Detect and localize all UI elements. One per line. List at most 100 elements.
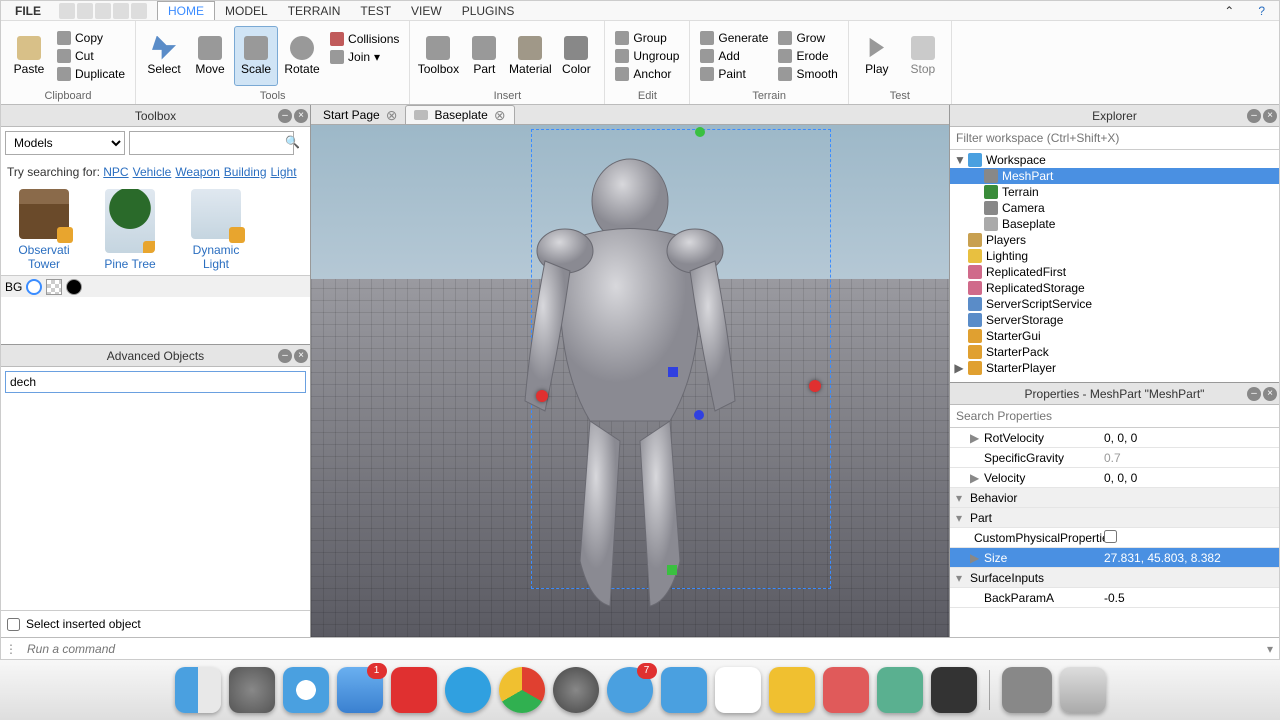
undock-icon[interactable]: – <box>1247 109 1261 123</box>
skype-icon[interactable] <box>445 667 491 713</box>
properties-search-input[interactable] <box>950 405 1279 428</box>
qat-undo-icon[interactable] <box>95 3 111 19</box>
toolbox-category-select[interactable]: Models <box>5 131 125 155</box>
scale-handle-z-pos[interactable] <box>694 410 704 420</box>
tree-item-starterplayer[interactable]: ▶StarterPlayer <box>950 360 1279 376</box>
app-icon[interactable] <box>823 667 869 713</box>
settings-icon[interactable] <box>553 667 599 713</box>
qat-new-icon[interactable] <box>59 3 75 19</box>
undock-icon[interactable]: – <box>278 349 292 363</box>
file-menu[interactable]: FILE <box>5 2 51 20</box>
close-icon[interactable]: ⊗ <box>494 110 506 120</box>
property-row[interactable]: SpecificGravity0.7 <box>950 448 1279 468</box>
help-icon[interactable]: ? <box>1248 2 1275 20</box>
bg-checker[interactable] <box>46 279 62 295</box>
roblox-icon[interactable] <box>715 667 761 713</box>
hint-npc[interactable]: NPC <box>103 165 128 179</box>
close-icon[interactable]: × <box>294 349 308 363</box>
scale-handle-x-pos[interactable] <box>809 380 821 392</box>
tab-start-page[interactable]: Start Page⊗ <box>315 106 405 124</box>
toolbox-item[interactable]: Observati Tower <box>9 189 79 271</box>
qat-more-icon[interactable] <box>131 3 147 19</box>
scale-handle-y-neg[interactable] <box>667 565 677 575</box>
color-button[interactable]: Color <box>554 26 598 86</box>
rotate-button[interactable]: Rotate <box>280 26 324 86</box>
tree-item-replicatedfirst[interactable]: ReplicatedFirst <box>950 264 1279 280</box>
undock-icon[interactable]: – <box>1247 387 1261 401</box>
tree-item-baseplate[interactable]: Baseplate <box>950 216 1279 232</box>
explorer-filter-input[interactable] <box>950 127 1279 150</box>
property-row[interactable]: CustomPhysicalProperties <box>950 528 1279 548</box>
bg-black[interactable] <box>66 279 82 295</box>
command-input[interactable] <box>21 639 1261 659</box>
tab-model[interactable]: MODEL <box>215 2 278 20</box>
app-icon[interactable] <box>931 667 977 713</box>
close-icon[interactable]: ⊗ <box>386 110 398 120</box>
grow-button[interactable]: Grow <box>774 30 841 46</box>
tab-plugins[interactable]: PLUGINS <box>452 2 525 20</box>
play-button[interactable]: Play <box>855 26 899 86</box>
tree-item-workspace[interactable]: ▼Workspace <box>950 152 1279 168</box>
close-icon[interactable]: × <box>294 109 308 123</box>
property-row[interactable]: ▾SurfaceInputs <box>950 568 1279 588</box>
tree-item-starterpack[interactable]: StarterPack <box>950 344 1279 360</box>
scale-handle-x-neg[interactable] <box>536 390 548 402</box>
add-terrain-button[interactable]: Add <box>696 48 772 64</box>
group-button[interactable]: Group <box>611 30 683 46</box>
material-button[interactable]: Material <box>508 26 552 86</box>
smooth-button[interactable]: Smooth <box>774 66 841 82</box>
roblox-studio-icon[interactable] <box>661 667 707 713</box>
property-row[interactable]: ▾Behavior <box>950 488 1279 508</box>
property-row[interactable]: ▾Part <box>950 508 1279 528</box>
scale-handle-z-neg[interactable] <box>668 367 678 377</box>
generate-button[interactable]: Generate <box>696 30 772 46</box>
collapse-ribbon-icon[interactable]: ⌃ <box>1214 2 1244 20</box>
hint-building[interactable]: Building <box>224 165 267 179</box>
move-button[interactable]: Move <box>188 26 232 86</box>
property-row[interactable]: ▶Velocity0, 0, 0 <box>950 468 1279 488</box>
tree-item-terrain[interactable]: Terrain <box>950 184 1279 200</box>
qat-redo-icon[interactable] <box>113 3 129 19</box>
close-icon[interactable]: × <box>1263 109 1277 123</box>
select-inserted-checkbox[interactable] <box>7 618 20 631</box>
tree-item-replicatedstorage[interactable]: ReplicatedStorage <box>950 280 1279 296</box>
toolbox-button[interactable]: Toolbox <box>416 26 460 86</box>
collisions-toggle[interactable]: Collisions <box>326 31 403 47</box>
copy-button[interactable]: Copy <box>53 30 129 46</box>
youtube-icon[interactable] <box>391 667 437 713</box>
tree-item-startergui[interactable]: StarterGui <box>950 328 1279 344</box>
property-row[interactable]: BackParamA-0.5 <box>950 588 1279 608</box>
tree-item-camera[interactable]: Camera <box>950 200 1279 216</box>
tree-item-serverscriptservice[interactable]: ServerScriptService <box>950 296 1279 312</box>
toolbox-item[interactable]: Pine Tree <box>95 189 165 271</box>
mail-icon[interactable] <box>337 667 383 713</box>
scale-handle-y-pos[interactable] <box>695 127 705 137</box>
app-icon[interactable] <box>877 667 923 713</box>
tab-view[interactable]: VIEW <box>401 2 452 20</box>
safari-icon[interactable] <box>283 667 329 713</box>
join-toggle[interactable]: Join ▾ <box>326 49 403 65</box>
bg-white[interactable] <box>26 279 42 295</box>
3d-viewport[interactable] <box>311 125 949 637</box>
ungroup-button[interactable]: Ungroup <box>611 48 683 64</box>
paint-button[interactable]: Paint <box>696 66 772 82</box>
close-icon[interactable]: × <box>1263 387 1277 401</box>
tab-terrain[interactable]: TERRAIN <box>278 2 351 20</box>
tab-home[interactable]: HOME <box>157 1 215 20</box>
app-icon[interactable] <box>769 667 815 713</box>
finder-icon[interactable] <box>175 667 221 713</box>
folder-icon[interactable] <box>1002 667 1052 713</box>
tree-item-serverstorage[interactable]: ServerStorage <box>950 312 1279 328</box>
tab-baseplate[interactable]: Baseplate⊗ <box>405 105 514 124</box>
advanced-objects-search[interactable] <box>5 371 306 393</box>
property-row[interactable]: ▶RotVelocity0, 0, 0 <box>950 428 1279 448</box>
property-row[interactable]: ▶Size27.831, 45.803, 8.382 <box>950 548 1279 568</box>
tree-item-meshpart[interactable]: MeshPart <box>950 168 1279 184</box>
scale-button[interactable]: Scale <box>234 26 278 86</box>
tab-test[interactable]: TEST <box>350 2 401 20</box>
undock-icon[interactable]: – <box>278 109 292 123</box>
cut-button[interactable]: Cut <box>53 48 129 64</box>
toolbox-search-input[interactable] <box>129 131 294 155</box>
toolbox-item[interactable]: Dynamic Light <box>181 189 251 271</box>
part-button[interactable]: Part <box>462 26 506 86</box>
